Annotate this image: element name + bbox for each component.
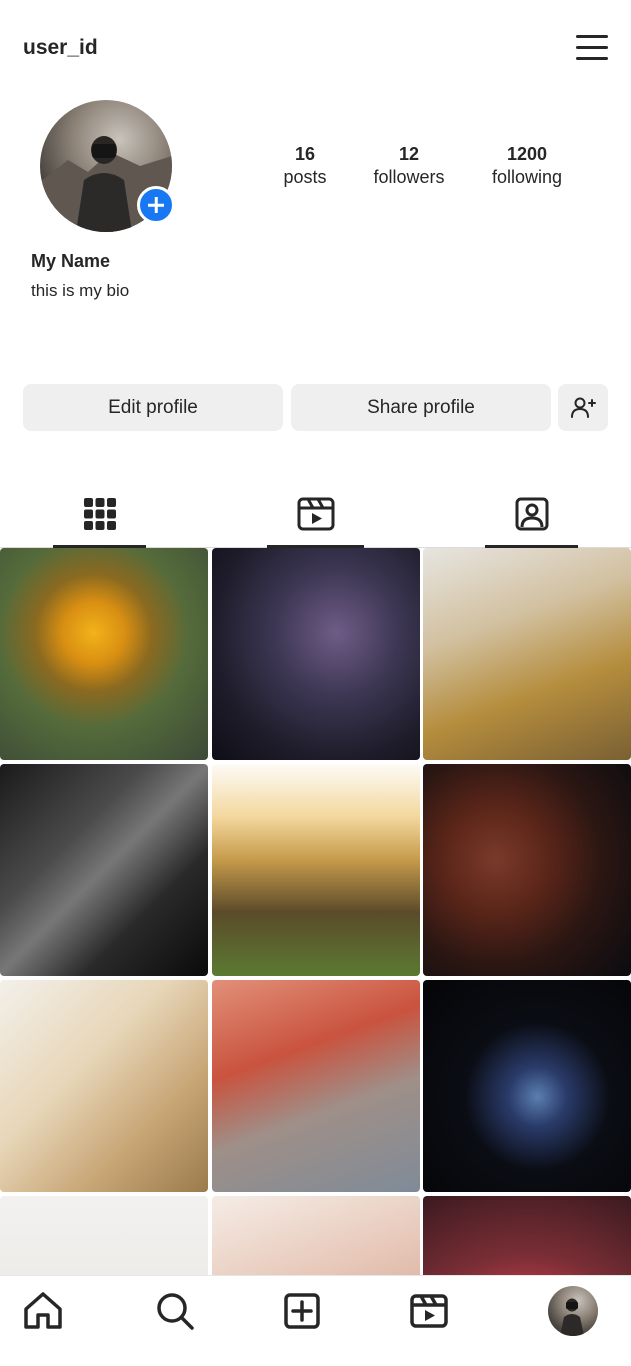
home-icon [24, 1292, 62, 1329]
posts-count: 16 [294, 144, 316, 164]
nav-create-post[interactable] [279, 1288, 325, 1334]
posts-stat[interactable]: 16 posts [270, 144, 340, 188]
bio-text: this is my bio [31, 281, 130, 300]
post-thumbnail-dahlia[interactable] [423, 1196, 631, 1275]
add-post-icon [284, 1293, 320, 1329]
following-count: 1200 [506, 144, 548, 164]
add-story-button[interactable] [137, 186, 175, 224]
menu-icon[interactable] [572, 30, 612, 66]
post-thumbnail-sunset-hair[interactable] [212, 764, 420, 976]
bottom-navigation [0, 1275, 631, 1366]
post-thumbnail-sky[interactable] [0, 1196, 208, 1275]
username[interactable]: user_id [23, 36, 98, 60]
followers-count: 12 [398, 144, 420, 164]
discover-people-button[interactable] [558, 384, 608, 431]
share-profile-button[interactable]: Share profile [291, 384, 551, 431]
following-stat[interactable]: 1200 following [480, 144, 574, 188]
tab-tagged[interactable] [485, 480, 578, 548]
tagged-icon [515, 497, 548, 531]
post-thumbnail-hooded-woman[interactable] [423, 764, 631, 976]
post-thumbnail-girl-with-phone[interactable] [423, 548, 631, 760]
reels-icon [297, 497, 334, 531]
post-thumbnail-hands[interactable] [212, 1196, 420, 1275]
nav-search[interactable] [152, 1288, 198, 1334]
post-thumbnail-milky-way[interactable] [212, 548, 420, 760]
profile-screen: user_id 16 posts 12 followers 1200 follo… [0, 0, 631, 1366]
post-thumbnail-night-street[interactable] [0, 764, 208, 976]
followers-label: followers [373, 167, 445, 187]
profile-avatar-icon [560, 1298, 584, 1336]
post-thumbnail-laptop-glow[interactable] [423, 980, 631, 1192]
following-label: following [491, 167, 563, 187]
post-thumbnail-desk-supplies[interactable] [0, 980, 208, 1192]
add-person-icon [571, 397, 596, 418]
post-thumbnail-woman-in-truck[interactable] [212, 980, 420, 1192]
followers-stat[interactable]: 12 followers [362, 144, 456, 188]
profile-tabs [0, 480, 631, 548]
tab-posts-grid[interactable] [53, 480, 146, 548]
posts-label: posts [283, 167, 327, 187]
grid-icon [83, 498, 116, 530]
edit-profile-button[interactable]: Edit profile [23, 384, 283, 431]
nav-profile-avatar[interactable] [548, 1286, 598, 1336]
nav-reels[interactable] [406, 1288, 452, 1334]
tab-reels[interactable] [267, 480, 364, 548]
post-thumbnail-flower[interactable] [0, 548, 208, 760]
reels-icon [410, 1294, 448, 1328]
top-bar: user_id [0, 0, 631, 96]
display-name: My Name [31, 251, 111, 271]
posts-grid [0, 548, 631, 1275]
nav-home[interactable] [20, 1288, 66, 1334]
search-icon [157, 1293, 194, 1330]
